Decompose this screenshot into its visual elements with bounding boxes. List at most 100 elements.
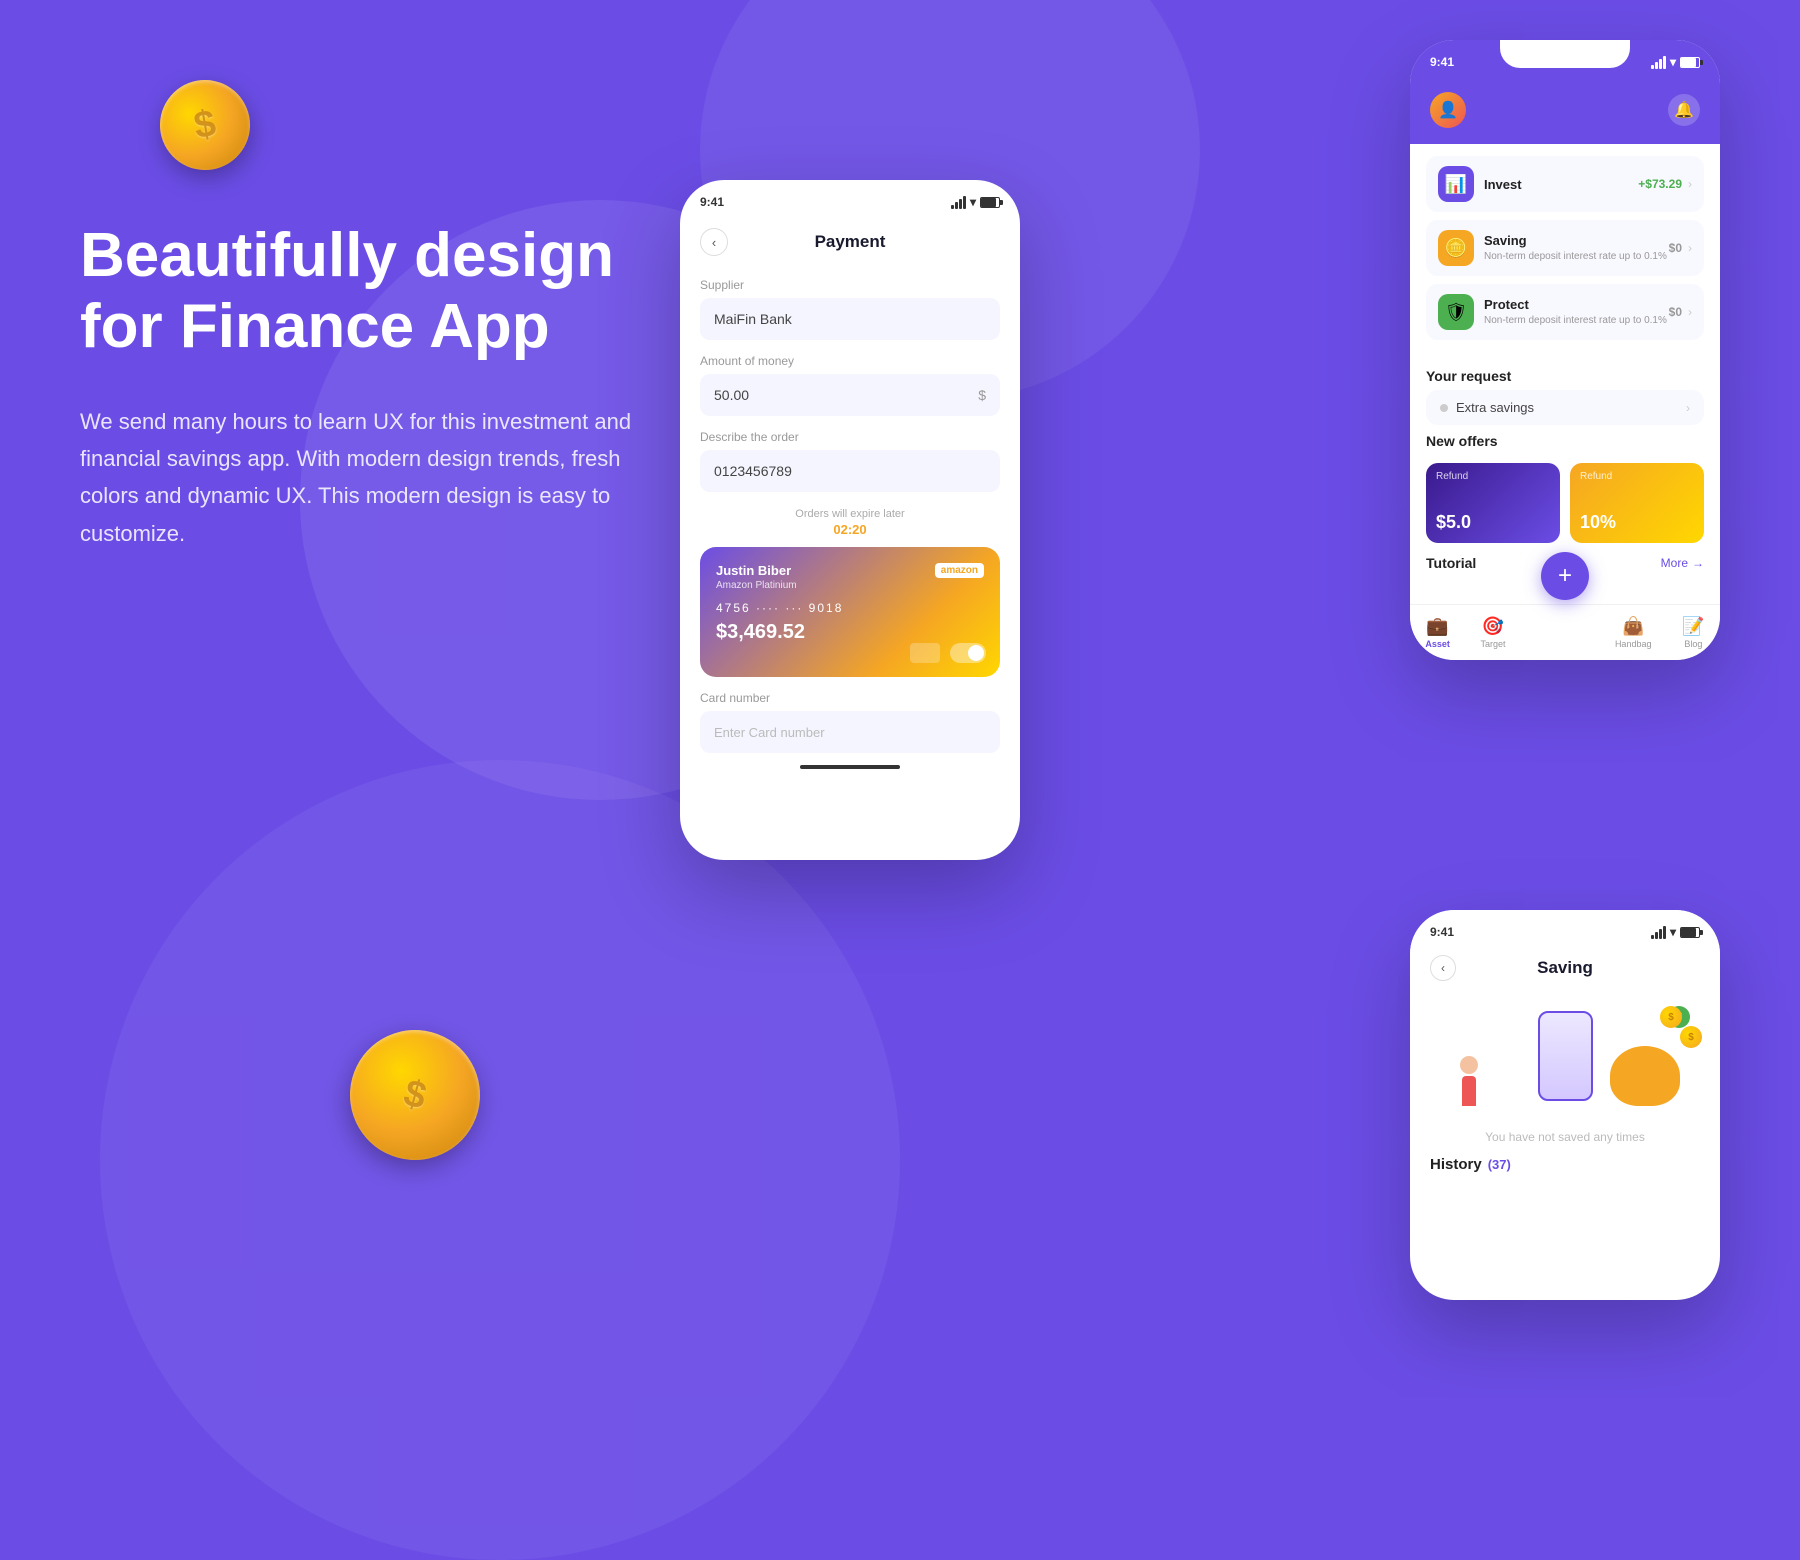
invest-chevron-icon: › <box>1688 177 1692 191</box>
card-chip <box>910 643 940 663</box>
protect-amount: $0 <box>1669 305 1682 319</box>
invest-card[interactable]: 📊 Invest +$73.29 › <box>1426 156 1704 212</box>
notification-bell[interactable]: 🔔 <box>1668 94 1700 126</box>
saving-status-icons: ▾ <box>1651 925 1700 939</box>
offer2-label: Refund <box>1580 471 1612 482</box>
saving-chevron-icon: › <box>1688 241 1692 255</box>
tutorial-more-button[interactable]: More → <box>1661 556 1704 570</box>
bg-blob-3 <box>100 760 900 1560</box>
credit-card: Justin Biber Amazon Platinium amazon 475… <box>700 547 1000 677</box>
card-number-placeholder: Enter Card number <box>714 725 825 740</box>
saving-card[interactable]: 🪙 Saving Non-term deposit interest rate … <box>1426 220 1704 276</box>
illustration-phone <box>1538 1011 1593 1101</box>
offer-card-2[interactable]: Refund 10% <box>1570 463 1704 543</box>
user-avatar[interactable]: 👤 <box>1430 92 1466 128</box>
saving-icon: 🪙 <box>1438 230 1474 266</box>
history-title: History <box>1430 1156 1482 1173</box>
dashboard-signal-icon <box>1651 56 1666 69</box>
nav-asset[interactable]: 💼 Asset <box>1425 616 1450 649</box>
history-count: (37) <box>1488 1157 1511 1172</box>
new-offers-title: New offers <box>1410 425 1720 455</box>
dashboard-status-icons: ▾ <box>1651 55 1700 69</box>
offers-row: Refund $5.0 Refund 10% <box>1410 455 1720 551</box>
description-text: We send many hours to learn UX for this … <box>80 403 660 553</box>
payment-title: Payment <box>815 232 886 252</box>
invest-icon: 📊 <box>1438 166 1474 202</box>
amount-label: Amount of money <box>700 354 1000 368</box>
amount-input[interactable]: 50.00 $ <box>700 374 1000 416</box>
asset-label: Asset <box>1425 639 1450 649</box>
offer2-amount: 10% <box>1580 512 1616 533</box>
coin-top-decoration <box>153 73 257 177</box>
offer1-amount: $5.0 <box>1436 512 1471 533</box>
protect-chevron-icon: › <box>1688 305 1692 319</box>
main-heading: Beautifully design for Finance App <box>80 220 660 363</box>
invest-text: Invest <box>1484 177 1638 192</box>
saving-desc: Non-term deposit interest rate up to 0.1… <box>1484 250 1669 263</box>
dashboard-wifi-icon: ▾ <box>1670 55 1676 69</box>
payment-header: ‹ Payment <box>680 224 1020 264</box>
dashboard-status-time: 9:41 <box>1430 55 1454 69</box>
saving-back-button[interactable]: ‹ <box>1430 955 1456 981</box>
protect-card[interactable]: 🛡 Protect Non-term deposit interest rate… <box>1426 284 1704 340</box>
describe-input[interactable]: 0123456789 <box>700 450 1000 492</box>
coin-sm-1: $ <box>1660 1006 1682 1028</box>
signal-icon <box>951 196 966 209</box>
expire-time: 02:20 <box>680 522 1020 537</box>
saving-header: ‹ Saving <box>1410 954 1720 986</box>
request-left: Extra savings <box>1440 400 1534 415</box>
payment-form: Supplier MaiFin Bank Amount of money 50.… <box>680 278 1020 492</box>
blog-icon: 📝 <box>1682 616 1704 637</box>
invest-label: Invest <box>1484 177 1638 192</box>
illustration-piggy-bank <box>1610 1046 1680 1106</box>
payment-phone: 9:41 ▾ ‹ Payment Supplier MaiFin Bank Am… <box>680 180 1020 860</box>
saving-title: Saving <box>1537 958 1593 978</box>
fab-add-button[interactable]: + <box>1541 552 1589 600</box>
offer-card-1[interactable]: Refund $5.0 <box>1426 463 1560 543</box>
coin-sm-2: $ <box>1680 1026 1702 1048</box>
card-logo-area: Justin Biber Amazon Platinium amazon <box>716 563 984 591</box>
card-balance: $3,469.52 <box>716 621 984 644</box>
describe-value: 0123456789 <box>714 463 792 479</box>
saving-wifi-icon: ▾ <box>1670 925 1676 939</box>
home-bar <box>800 765 900 769</box>
your-request-item[interactable]: Extra savings › <box>1426 390 1704 425</box>
saving-signal-icon <box>1651 926 1666 939</box>
expire-text: Orders will expire later <box>680 508 1020 520</box>
request-chevron-icon: › <box>1686 401 1690 415</box>
wifi-icon: ▾ <box>970 195 976 209</box>
battery-icon <box>980 197 1000 208</box>
card-brand: amazon <box>935 563 984 578</box>
supplier-input[interactable]: MaiFin Bank <box>700 298 1000 340</box>
saving-status-time: 9:41 <box>1430 925 1454 939</box>
card-number-input[interactable]: Enter Card number <box>700 711 1000 753</box>
protect-text: Protect Non-term deposit interest rate u… <box>1484 297 1669 327</box>
request-dot-icon <box>1440 404 1448 412</box>
card-toggle-dot <box>968 645 984 661</box>
amount-value: 50.00 <box>714 387 749 403</box>
saving-amount: $0 <box>1669 241 1682 255</box>
card-number-section: Card number Enter Card number <box>680 691 1020 753</box>
illustration-person <box>1460 1056 1478 1106</box>
protect-icon: 🛡 <box>1438 294 1474 330</box>
protect-desc: Non-term deposit interest rate up to 0.1… <box>1484 314 1669 327</box>
nav-handbag[interactable]: 👜 Handbag <box>1615 616 1652 649</box>
financial-cards: 📊 Invest +$73.29 › 🪙 Saving Non-term dep… <box>1410 144 1720 360</box>
nav-blog[interactable]: 📝 Blog <box>1682 616 1704 649</box>
saving-empty-text: You have not saved any times <box>1410 1126 1720 1148</box>
saving-phone-notch <box>1500 910 1630 938</box>
tutorial-title: Tutorial <box>1426 555 1476 571</box>
offer1-label: Refund <box>1436 471 1468 482</box>
blog-label: Blog <box>1684 639 1702 649</box>
person-head <box>1460 1056 1478 1074</box>
supplier-value: MaiFin Bank <box>714 311 792 327</box>
card-toggle[interactable] <box>950 643 986 663</box>
invest-amount: +$73.29 <box>1638 177 1682 191</box>
status-time: 9:41 <box>700 195 724 209</box>
describe-label: Describe the order <box>700 430 1000 444</box>
person-body <box>1462 1076 1476 1106</box>
left-content: Beautifully design for Finance App We se… <box>80 220 660 552</box>
amount-suffix: $ <box>978 387 986 403</box>
back-button[interactable]: ‹ <box>700 228 728 256</box>
nav-target[interactable]: 🎯 Target <box>1481 616 1506 649</box>
